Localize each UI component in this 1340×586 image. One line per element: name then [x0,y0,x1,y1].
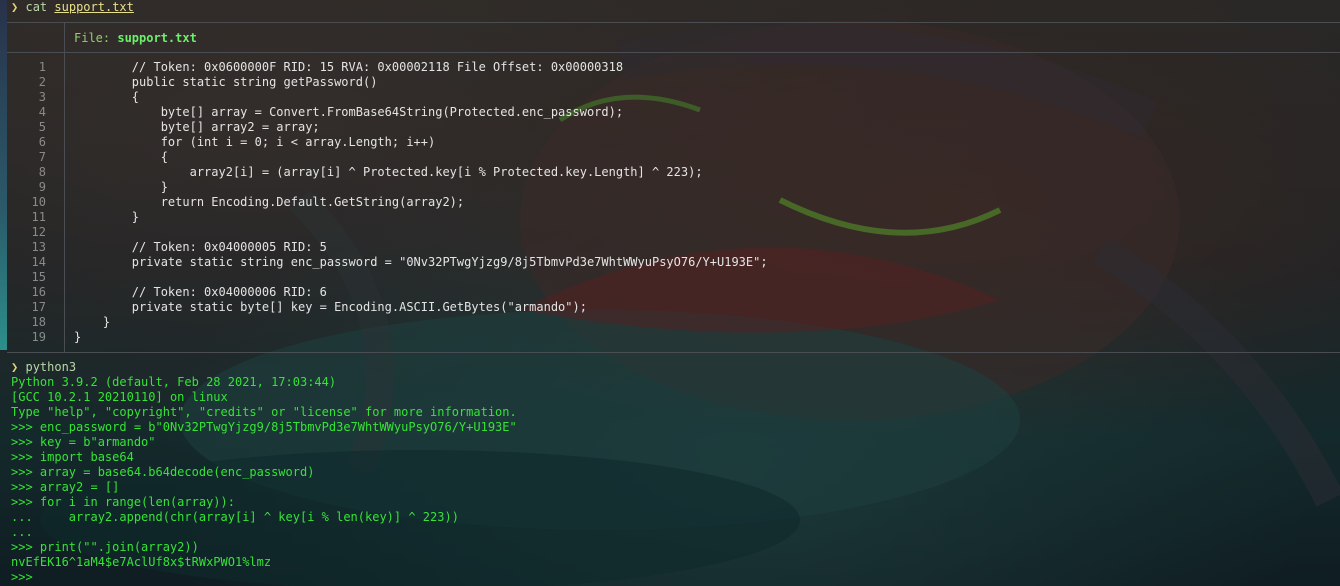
command-name: python3 [25,360,77,374]
line-number: 12 [31,225,46,239]
code-line: byte[] array = Convert.FromBase64String(… [74,105,624,119]
line-number: 2 [38,75,46,89]
file-header-label: File: [74,31,118,45]
cat-command-line: ❯ cat support.txt [11,0,134,15]
command-argument-file[interactable]: support.txt [54,0,133,14]
code-line: { [74,150,168,164]
python-output-line: >>> import base64 [11,450,134,464]
gutter-divider [64,22,65,353]
code-line: // Token: 0x0600000F RID: 15 RVA: 0x0000… [74,60,624,74]
line-number: 5 [38,120,46,134]
code-line: } [74,330,82,344]
viewer-bottom-border [7,352,1340,353]
file-header-filename: support.txt [117,31,197,45]
python-output-line: >>> print("".join(array2)) [11,540,199,554]
line-number: 1 [38,60,46,74]
line-number: 3 [38,90,46,104]
code-line: } [74,180,168,194]
line-number: 14 [31,255,46,269]
line-number: 11 [31,210,46,224]
file-viewer: File: support.txt 1 // Token: 0x0600000F… [7,22,1340,353]
line-number: 9 [38,180,46,194]
header-divider [7,52,1340,53]
line-number: 8 [38,165,46,179]
code-line: { [74,90,140,104]
code-line: for (int i = 0; i < array.Length; i++) [74,135,436,149]
code-line: array2[i] = (array[i] ^ Protected.key[i … [74,165,703,179]
code-line: // Token: 0x04000005 RID: 5 [74,240,327,254]
python-output-line: >>> enc_password = b"0Nv32PTwgYjzg9/8j5T… [11,420,517,434]
code-line: return Encoding.Default.GetString(array2… [74,195,465,209]
python-output-line: >>> for i in range(len(array)): [11,495,235,509]
line-number: 4 [38,105,46,119]
code-line: public static string getPassword() [74,75,378,89]
python-output-line: >>> array2 = [] [11,480,120,494]
code-line: } [74,210,140,224]
python-output-line: >>> key = b"armando" [11,435,156,449]
line-number: 7 [38,150,46,164]
code-line: byte[] array2 = array; [74,120,320,134]
line-number: 17 [31,300,46,314]
line-number: 18 [31,315,46,329]
python-command-line: ❯ python3 [11,360,76,375]
python-output-line: ... [11,525,33,539]
line-number: 13 [31,240,46,254]
python-output-line: nvEfEK16^1aM4$e7AclUf8x$tRWxPWO1%lmz [11,555,272,569]
code-line: private static string enc_password = "0N… [74,255,768,269]
window-edge-strip [0,0,7,350]
python-output-line: ... array2.append(chr(array[i] ^ key[i %… [11,510,459,524]
line-number: 15 [31,270,46,284]
code-line: // Token: 0x04000006 RID: 6 [74,285,327,299]
python-output-line: Type "help", "copyright", "credits" or "… [11,405,517,419]
command-name: cat [25,0,48,14]
viewer-top-border [7,22,1340,23]
line-number: 16 [31,285,46,299]
python-input-prompt[interactable]: >>> [11,570,40,585]
line-number: 10 [31,195,46,209]
line-number: 6 [38,135,46,149]
python-output-line: >>> array = base64.b64decode(enc_passwor… [11,465,315,479]
code-line: private static byte[] key = Encoding.ASC… [74,300,587,314]
line-number: 19 [31,330,46,344]
prompt-arrow-icon: ❯ [11,360,19,374]
prompt-arrow-icon: ❯ [11,0,19,14]
python-output-line: Python 3.9.2 (default, Feb 28 2021, 17:0… [11,375,337,389]
code-line: } [74,315,111,329]
file-header: File: support.txt [74,31,197,46]
python-output-line: [GCC 10.2.1 20210110] on linux [11,390,228,404]
